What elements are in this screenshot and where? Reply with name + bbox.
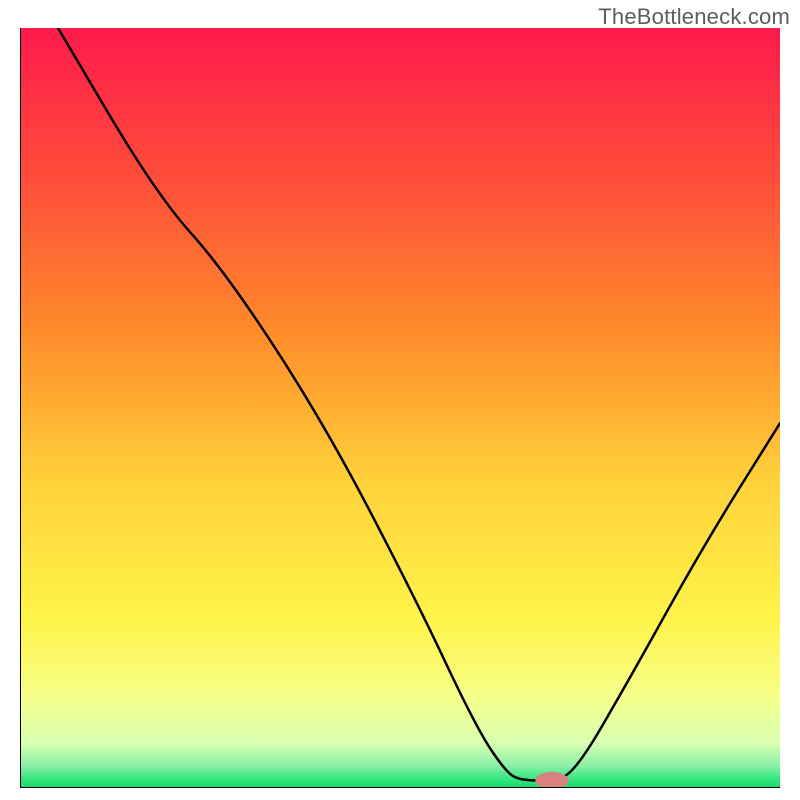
bottleneck-chart: TheBottleneck.com bbox=[0, 0, 800, 800]
optimum-marker bbox=[535, 772, 568, 788]
gradient-fill bbox=[20, 28, 780, 788]
attribution-text: TheBottleneck.com bbox=[598, 4, 790, 30]
chart-plot-area bbox=[20, 28, 780, 788]
